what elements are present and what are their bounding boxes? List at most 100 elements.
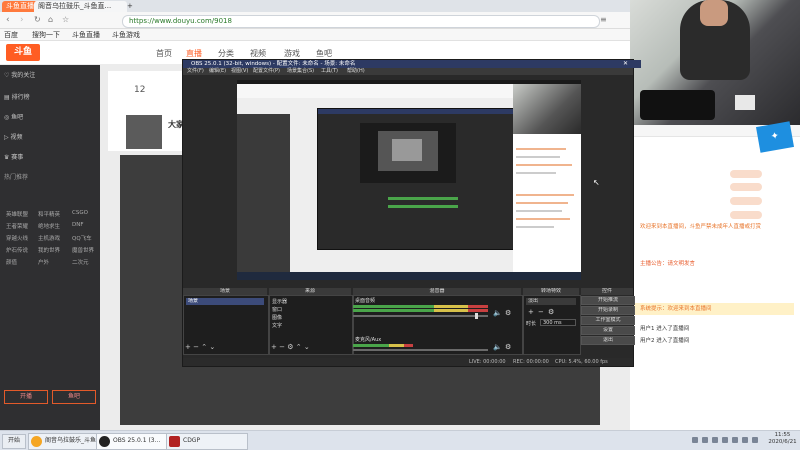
nav-item[interactable]: 分类	[218, 48, 234, 59]
obs-menu-item[interactable]: 文件(F)	[187, 68, 204, 75]
add-icon[interactable]: +	[528, 308, 534, 316]
source-item[interactable]: 窗口	[272, 306, 282, 313]
gift-badge[interactable]	[730, 197, 762, 205]
duration-input[interactable]: 300 ms	[540, 319, 576, 326]
taskbar-app-button[interactable]: CDGP	[166, 433, 248, 450]
tray-icon[interactable]	[692, 437, 698, 443]
forward-icon[interactable]: ›	[20, 15, 24, 25]
category-link[interactable]: 二次元	[72, 258, 89, 266]
fish-bar-button[interactable]: 鱼吧	[52, 390, 96, 404]
start-button[interactable]: 开始	[2, 434, 26, 449]
nav-item[interactable]: 视频	[250, 48, 266, 59]
studio-mode-button[interactable]: 工作室模式	[581, 316, 635, 325]
sidebar-item[interactable]: ♡ 我的关注	[4, 71, 35, 81]
category-link[interactable]: 绝地求生	[38, 222, 60, 230]
room-thumbnail[interactable]	[126, 115, 162, 149]
bookmark-item[interactable]: 斗鱼直播	[72, 30, 100, 40]
category-link[interactable]: QQ飞车	[72, 234, 92, 242]
menu-icon[interactable]: ≡	[600, 15, 607, 24]
source-item[interactable]: 图像	[272, 314, 282, 321]
star-icon[interactable]: ☆	[62, 15, 69, 24]
volume-icon[interactable]	[722, 437, 728, 443]
category-link[interactable]: 魔兽世界	[72, 246, 94, 254]
obs-menu-item[interactable]: 配置文件(P)	[253, 68, 280, 75]
speaker-icon[interactable]: 🔈	[493, 309, 502, 317]
obs-menu-item[interactable]: 视图(V)	[231, 68, 248, 75]
obs-preview-canvas[interactable]	[237, 80, 581, 280]
category-link[interactable]: CSGO	[72, 210, 88, 216]
nav-item[interactable]: 鱼吧	[316, 48, 332, 59]
dock-header-scenes: 场景	[183, 288, 267, 295]
category-link[interactable]: DNF	[72, 222, 84, 228]
scene-item[interactable]: 场景	[186, 298, 264, 305]
gift-badge[interactable]	[730, 211, 762, 219]
start-streaming-button[interactable]: 开始推流	[581, 296, 635, 305]
nav-item[interactable]: 首页	[156, 48, 172, 59]
gear-icon[interactable]: ⚙	[505, 309, 511, 317]
exit-button[interactable]: 退出	[581, 336, 635, 345]
back-icon[interactable]: ‹	[6, 15, 10, 25]
start-recording-button[interactable]: 开始录制	[581, 306, 635, 315]
volume-slider-handle[interactable]	[475, 313, 478, 319]
bookmark-item[interactable]: 斗鱼游戏	[112, 30, 140, 40]
bookmark-item[interactable]: 百度	[4, 30, 18, 40]
sidebar-item[interactable]: ▤ 排行榜	[4, 93, 30, 103]
remove-icon[interactable]: −	[279, 343, 285, 351]
obs-menu-item[interactable]: 帮助(H)	[347, 68, 365, 75]
category-link[interactable]: 户外	[38, 258, 49, 266]
add-icon[interactable]: +	[271, 343, 277, 351]
source-item[interactable]: 文字	[272, 322, 282, 329]
browser-tab-strip: 斗鱼直播 阁音乌拉鼓乐_斗鱼直... +	[0, 0, 640, 14]
refresh-icon[interactable]: ↻	[34, 15, 41, 24]
ime-icon[interactable]	[752, 437, 758, 443]
obs-menu-item[interactable]: 场景集合(S)	[287, 68, 314, 75]
obs-menu-item[interactable]: 编辑(E)	[209, 68, 226, 75]
settings-button[interactable]: 设置	[581, 326, 635, 335]
tray-icon[interactable]	[742, 437, 748, 443]
close-icon[interactable]: ✕	[623, 60, 628, 68]
category-link[interactable]: 穿越火线	[6, 234, 28, 242]
remove-icon[interactable]: −	[538, 308, 544, 316]
gift-badge[interactable]	[730, 170, 762, 178]
remove-icon[interactable]: −	[193, 343, 199, 351]
site-logo[interactable]: 斗鱼	[6, 44, 40, 61]
volume-slider[interactable]	[353, 315, 488, 317]
category-link[interactable]: 炉石传说	[6, 246, 28, 254]
gear-icon[interactable]: ⚙	[505, 343, 511, 351]
category-link[interactable]: 颜值	[6, 258, 17, 266]
volume-slider[interactable]	[353, 349, 488, 351]
category-link[interactable]: 主机游戏	[38, 234, 60, 242]
source-item[interactable]: 显示器	[272, 298, 287, 305]
network-icon[interactable]	[712, 437, 718, 443]
bookmark-item[interactable]: 搜狗一下	[32, 30, 60, 40]
sidebar-item[interactable]: ▷ 视频	[4, 133, 23, 143]
obs-menu-item[interactable]: 工具(T)	[321, 68, 338, 75]
category-link[interactable]: 和平精英	[38, 210, 60, 218]
sidebar-item[interactable]: ♛ 赛事	[4, 153, 23, 163]
down-icon[interactable]: ⌄	[209, 343, 215, 351]
gear-icon[interactable]: ⚙	[548, 308, 554, 316]
transition-select[interactable]: 淡出	[526, 298, 576, 305]
category-link[interactable]: 王者荣耀	[6, 222, 28, 230]
add-icon[interactable]: +	[185, 343, 191, 351]
category-link[interactable]: 英雄联盟	[6, 210, 28, 218]
obs-window[interactable]: OBS 25.0.1 (32-bit, windows) - 配置文件: 未命名…	[182, 59, 641, 367]
tray-icon[interactable]	[702, 437, 708, 443]
address-input[interactable]: https://www.douyu.com/9018	[122, 15, 600, 28]
up-icon[interactable]: ⌃	[201, 343, 207, 351]
category-link[interactable]: 我的世界	[38, 246, 60, 254]
obs-titlebar[interactable]: OBS 25.0.1 (32-bit, windows) - 配置文件: 未命名…	[183, 60, 641, 68]
tray-icon[interactable]	[732, 437, 738, 443]
nav-item-active[interactable]: 直播	[186, 48, 202, 59]
nested-obs-preview	[360, 123, 456, 183]
up-icon[interactable]: ⌃	[296, 343, 302, 351]
gear-icon[interactable]: ⚙	[287, 343, 293, 351]
clock[interactable]: 11:55 2020/6/21	[765, 432, 800, 446]
gift-badge[interactable]	[730, 183, 762, 191]
down-icon[interactable]: ⌄	[304, 343, 310, 351]
nav-item[interactable]: 游戏	[284, 48, 300, 59]
home-icon[interactable]: ⌂	[48, 15, 53, 24]
speaker-icon[interactable]: 🔈	[493, 343, 502, 351]
sidebar-item[interactable]: ◎ 鱼吧	[4, 113, 23, 123]
start-live-button[interactable]: 开播	[4, 390, 48, 404]
